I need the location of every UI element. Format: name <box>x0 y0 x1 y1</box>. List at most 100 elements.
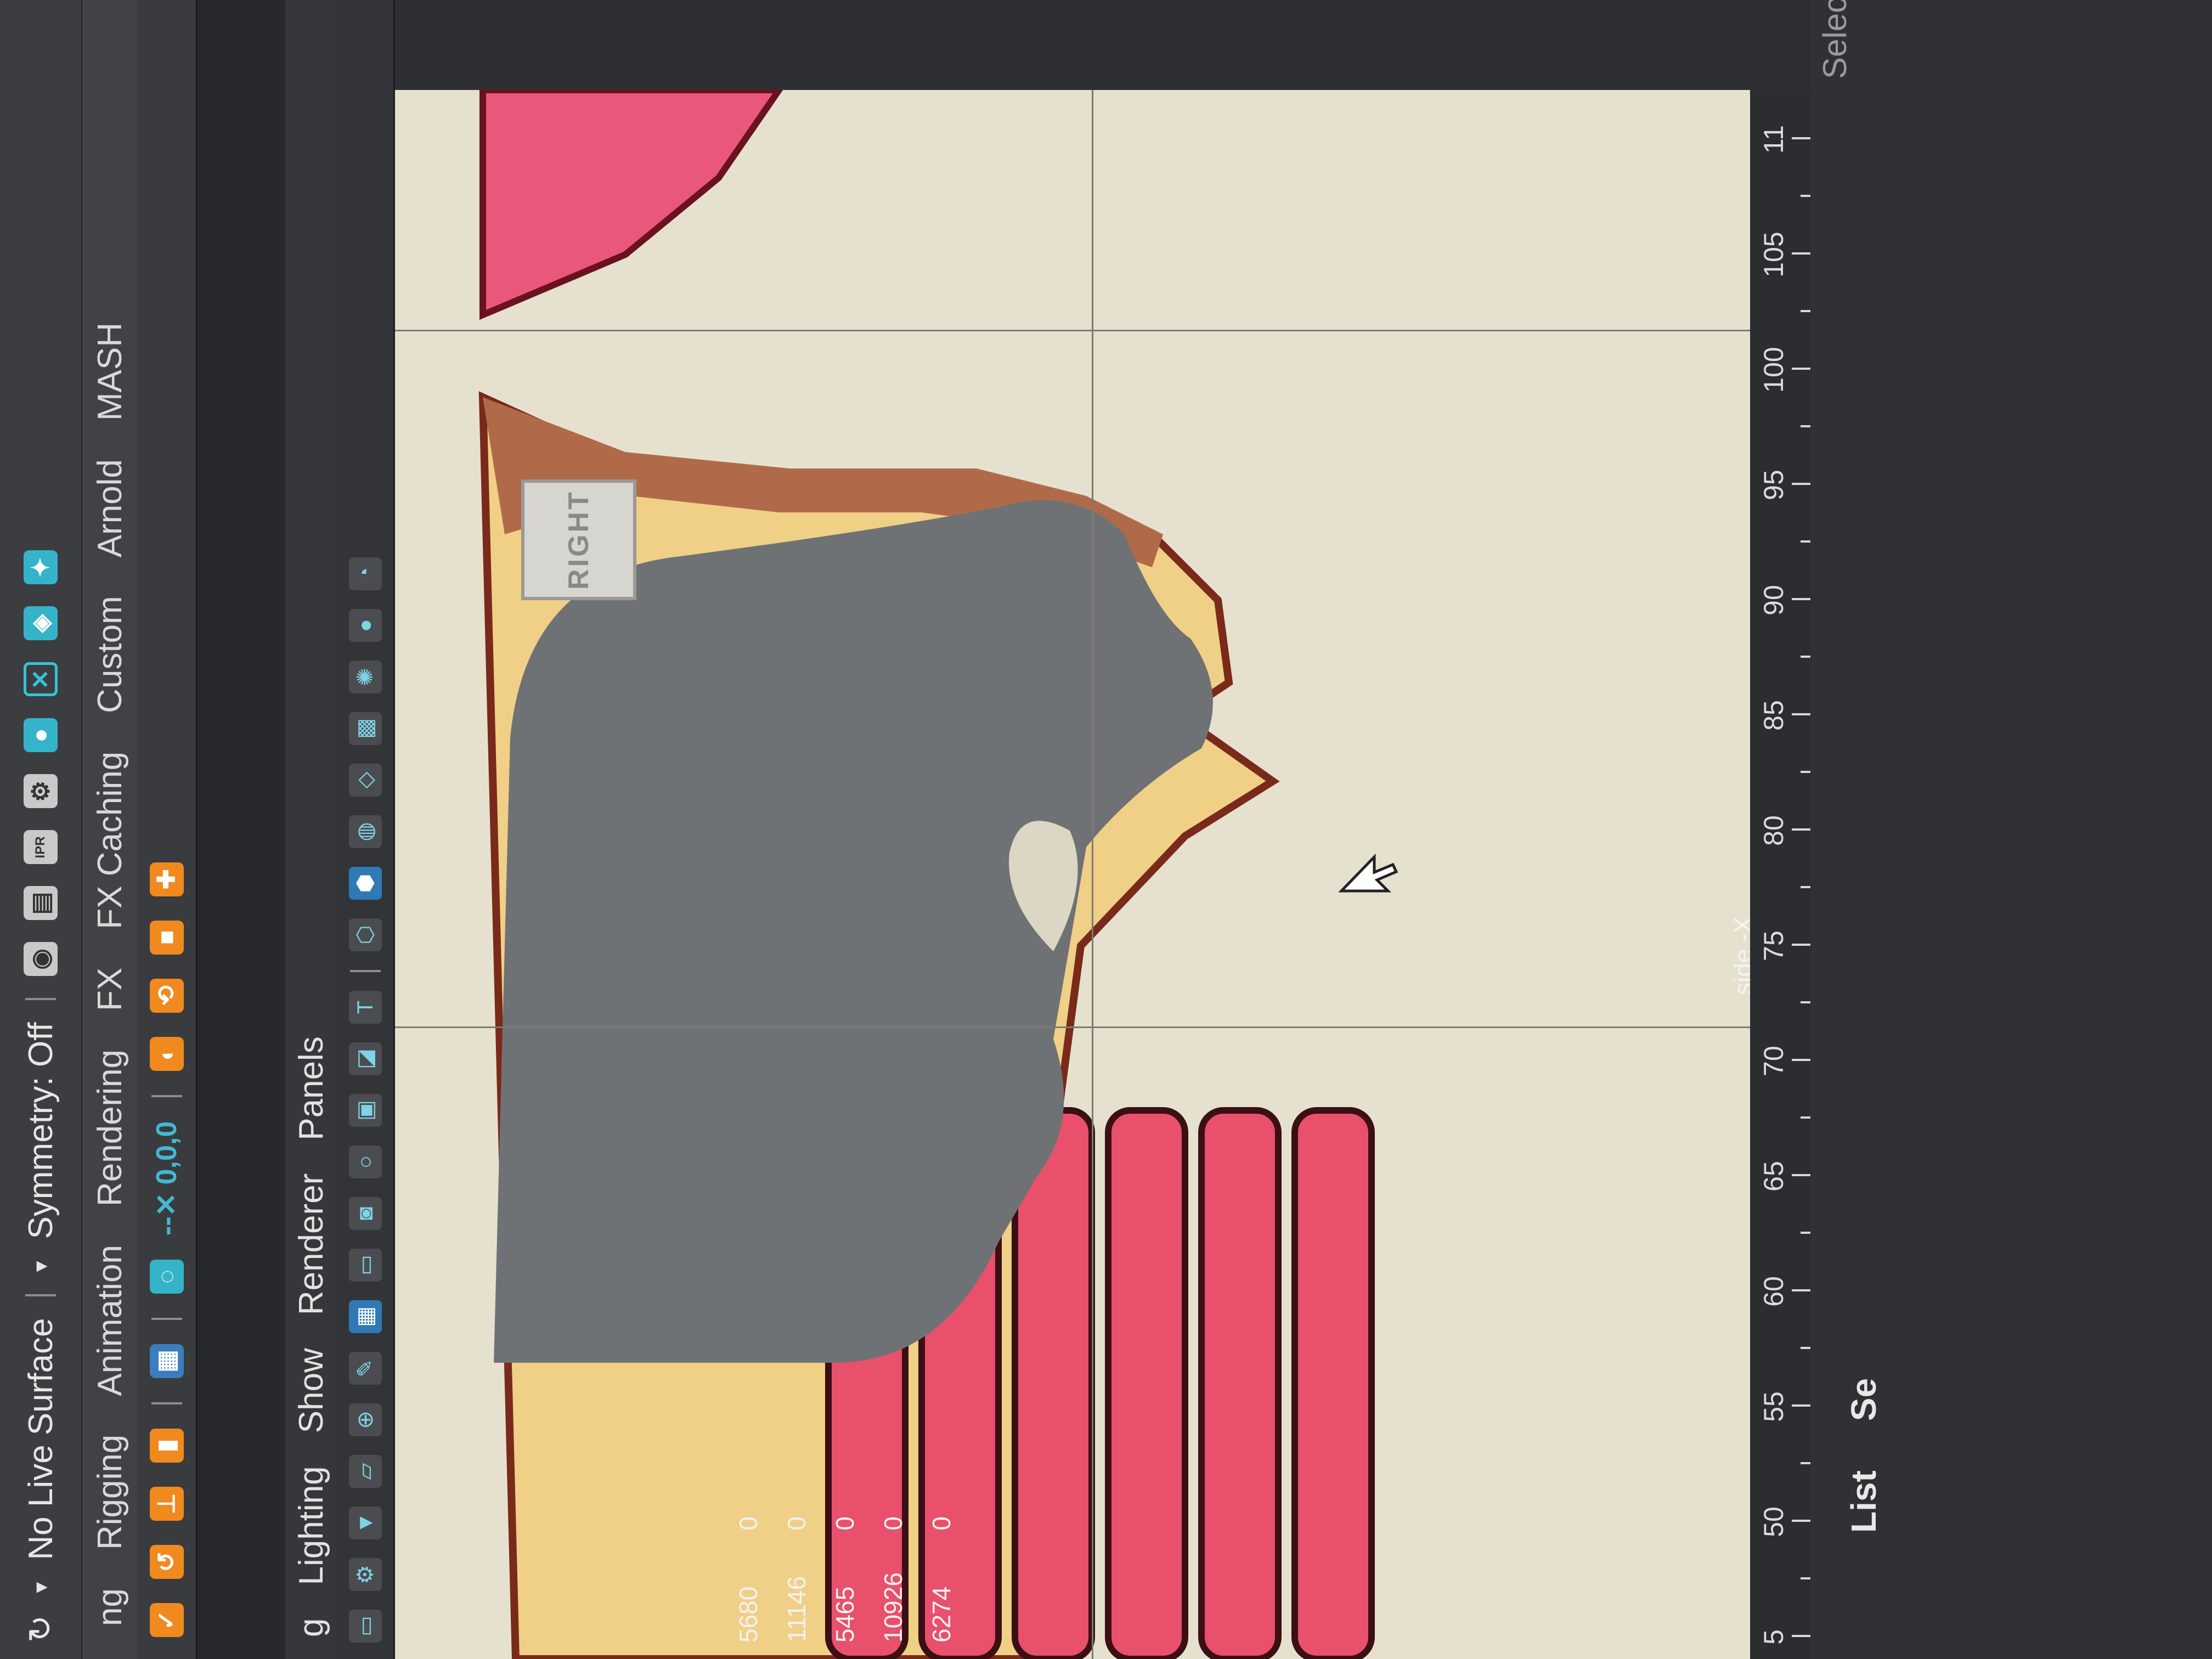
grid-line <box>1092 90 1093 1659</box>
menu-lighting[interactable]: Lighting <box>292 1466 331 1585</box>
live-surface-field[interactable]: No Live Surface <box>21 1318 60 1560</box>
ambient-occlusion-icon[interactable]: ◔ <box>349 557 382 590</box>
render-sequence-icon[interactable]: ◈ <box>24 606 58 641</box>
refresh-icon[interactable]: ↻ <box>21 1615 60 1643</box>
ruler-tick-label: 85 <box>1758 700 1789 731</box>
ruler-tick-label: 50 <box>1758 1506 1789 1537</box>
viewport-panel[interactable]: 5680 0 11146 0 5465 0 10926 0 6274 0 RIG… <box>395 90 1810 1659</box>
separator <box>350 970 381 972</box>
wireframe-icon[interactable]: ⬡ <box>349 918 382 951</box>
wireframe-on-shaded-icon[interactable]: ◍ <box>349 815 382 848</box>
ruler-tick <box>1792 944 1810 946</box>
render-view-icon[interactable]: ◉ <box>24 942 58 977</box>
zoom-pan-icon[interactable]: ⊕ <box>349 1403 382 1436</box>
ruler-minor-tick <box>1801 310 1810 312</box>
shelf-tabs: ng Rigging Animation Rendering FX FX Cac… <box>82 0 137 1659</box>
safe-title-icon[interactable]: T <box>349 991 382 1024</box>
menu-list[interactable]: List <box>1843 1470 1884 1533</box>
ruler-minor-tick <box>1801 1232 1810 1234</box>
search-render-icon[interactable]: ✕ <box>24 662 58 697</box>
hud-value: 0 <box>734 1516 763 1531</box>
ruler-minor-tick <box>1801 1347 1810 1349</box>
use-lights-icon[interactable]: ✺ <box>349 661 382 693</box>
ruler-tick-label: 105 <box>1758 232 1789 278</box>
ruler-tick <box>1792 368 1810 370</box>
toggle-tools-icon[interactable]: ✦ <box>24 550 58 585</box>
resolution-gate-icon[interactable]: ◙ <box>349 1197 382 1230</box>
time-slider-ruler[interactable]: 5 50 55 60 65 70 75 80 85 90 95 100 105 11 <box>1750 90 1810 1659</box>
menu-renderer[interactable]: Renderer <box>292 1173 331 1315</box>
tab-fx[interactable]: FX <box>91 968 129 1011</box>
dropdown-arrow-icon[interactable]: ▾ <box>28 1261 53 1272</box>
hypershade-icon[interactable]: ● <box>24 718 58 753</box>
smooth-shade-icon[interactable]: ⬢ <box>349 867 382 900</box>
shelf-icons: ✓ ↺ ⊥ ▮ ▦ ◌ --✕ 0,0,0 ◐ ⟲ ■ ✚ <box>137 0 198 1659</box>
film-gate-icon[interactable]: ▭ <box>349 1249 382 1282</box>
ruler-tick-label: 55 <box>1758 1391 1789 1422</box>
render-settings-icon[interactable]: ⚙ <box>24 774 58 809</box>
ruler-tick-label: 70 <box>1758 1046 1789 1076</box>
camera-attributes-icon[interactable]: ⚙ <box>349 1558 382 1591</box>
render-settings-grid-icon[interactable]: ▦ <box>149 1344 184 1378</box>
image-plane-icon[interactable]: ▱ <box>349 1455 382 1488</box>
tab-arnold[interactable]: Arnold <box>91 459 129 557</box>
separator <box>25 1294 56 1296</box>
tab-fx-caching[interactable]: FX Caching <box>91 752 129 929</box>
mash-network-icon[interactable]: ✚ <box>149 862 184 896</box>
grid-icon[interactable]: ▦ <box>349 1300 382 1333</box>
viewport-scene[interactable] <box>395 90 1810 1659</box>
gate-mask-icon[interactable]: ○ <box>349 1146 382 1178</box>
tab-rigging[interactable]: Rigging <box>91 1435 129 1550</box>
hud-value: 5680 <box>734 1586 763 1643</box>
separator <box>151 1094 182 1097</box>
tab-animation[interactable]: Animation <box>91 1245 129 1396</box>
cone-light-icon[interactable]: ◐ <box>149 1036 184 1071</box>
menu-selected[interactable]: Se <box>1843 1378 1884 1421</box>
square-icon[interactable]: ■ <box>149 920 184 955</box>
symmetry-field[interactable]: Symmetry: Off <box>21 1022 60 1239</box>
nucleus-icon[interactable]: ◌ <box>149 1260 184 1294</box>
view-cube[interactable]: RIGHT <box>521 479 636 600</box>
menu-panels[interactable]: Panels <box>292 1036 331 1141</box>
poly-count-hud: 5680 0 11146 0 5465 0 10926 0 6274 0 <box>395 1516 956 1643</box>
hud-value: 10926 <box>879 1572 907 1643</box>
xray-icon[interactable]: ◇ <box>349 764 382 797</box>
tab-rendering[interactable]: Rendering <box>91 1049 129 1206</box>
ik-handle-icon[interactable]: ⊥ <box>149 1487 184 1521</box>
camera-icon[interactable]: ▭ <box>349 1610 382 1643</box>
rotate-tool-icon[interactable]: ⟲ <box>149 978 184 1013</box>
select-label[interactable]: Select <box>1816 0 1854 79</box>
outliner-panel: List Se <box>1810 0 2212 1659</box>
coordinate-readout: --✕ 0,0,0 <box>150 1121 183 1235</box>
tab-mash[interactable]: MASH <box>91 323 129 421</box>
tab-custom[interactable]: Custom <box>91 596 129 713</box>
grease-pencil-icon[interactable]: ✎ <box>349 1352 382 1385</box>
shadows-icon[interactable]: ● <box>349 609 382 642</box>
bookmark-icon[interactable]: ▼ <box>349 1506 382 1539</box>
joint-tool-icon[interactable]: ✓ <box>149 1603 184 1637</box>
ipr-render-icon[interactable]: IPR <box>24 830 58 865</box>
field-chart-icon[interactable]: ▣ <box>349 1094 382 1127</box>
safe-action-icon[interactable]: ◪ <box>349 1042 382 1075</box>
render-frame-icon[interactable]: ▤ <box>24 886 58 921</box>
key-icon[interactable]: ▮ <box>149 1429 184 1463</box>
hud-row: 6274 0 <box>917 1516 966 1643</box>
ruler-tick <box>1792 1059 1810 1061</box>
ruler-minor-tick <box>1801 656 1810 658</box>
panel-menu-bar: g Lighting Show Renderer Panels <box>285 0 337 1659</box>
ruler-tick <box>1792 137 1810 139</box>
dropdown-arrow-icon[interactable]: ▾ <box>28 1582 53 1593</box>
tab-modeling[interactable]: ng <box>91 1588 129 1626</box>
ruler-tick-label: 95 <box>1758 470 1789 500</box>
bend-icon[interactable]: ↺ <box>149 1545 184 1579</box>
menu-show[interactable]: Show <box>292 1348 331 1433</box>
menu-shading[interactable]: g <box>292 1618 331 1637</box>
hud-value: 0 <box>831 1516 859 1531</box>
mouse-cursor-icon <box>1339 853 1398 893</box>
ruler-tick-label: 65 <box>1758 1161 1789 1192</box>
textured-icon[interactable]: ▩ <box>349 712 382 745</box>
ruler-minor-tick <box>1801 425 1810 427</box>
ruler-tick-label: 5 <box>1758 1629 1789 1645</box>
viewport-side-strip <box>395 0 1810 90</box>
ruler-tick <box>1792 598 1810 600</box>
